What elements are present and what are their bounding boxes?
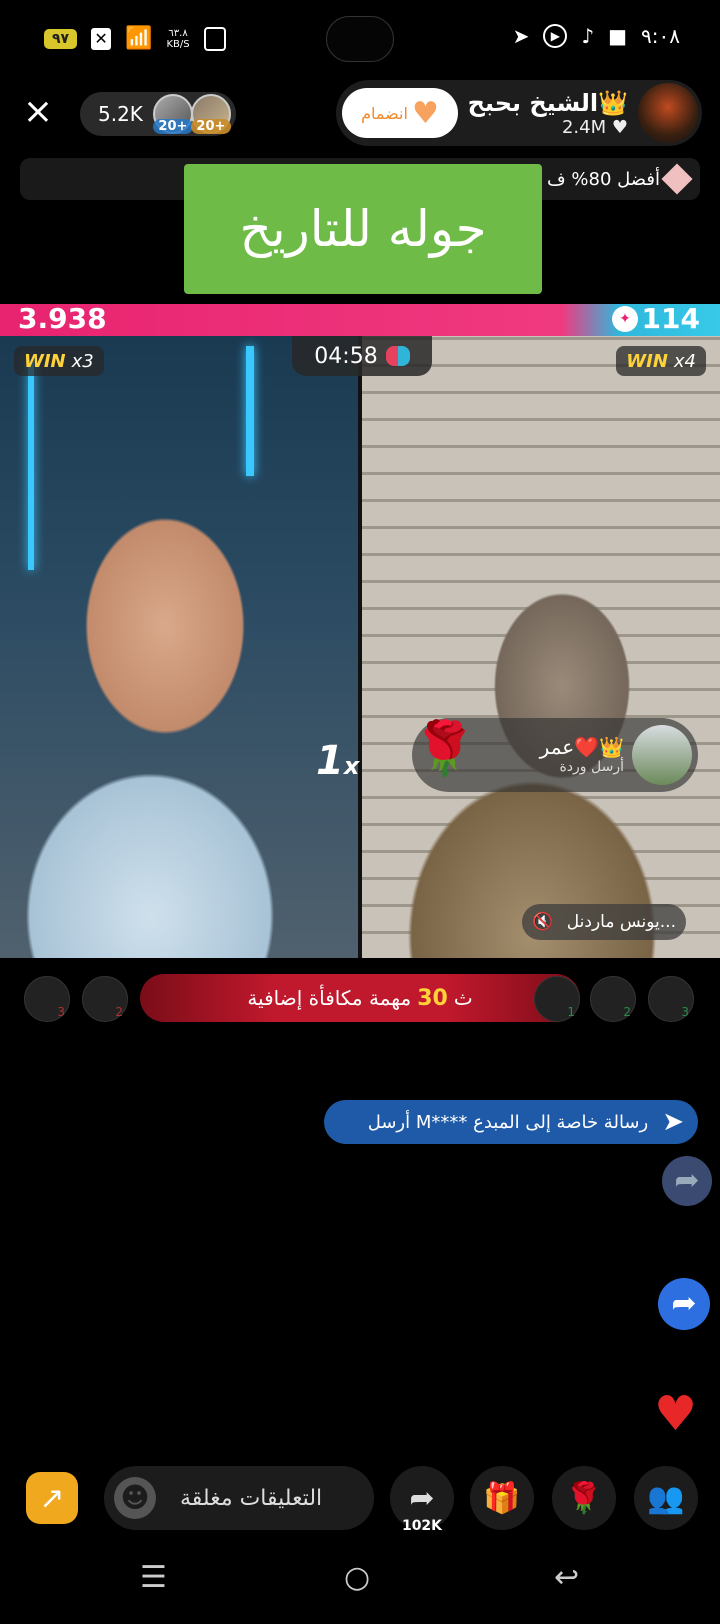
gift-sender-avatar — [632, 725, 692, 785]
opponent-name-pill[interactable]: 🔇 يونس ماردنل... — [522, 904, 686, 940]
viewer-count: 5.2K — [98, 102, 143, 126]
join-button[interactable]: انضمام ♥ — [342, 88, 458, 138]
supporter-avatar[interactable]: 2 — [590, 976, 636, 1022]
youtube-icon: ▶ — [543, 24, 568, 48]
neon-light — [28, 360, 34, 570]
gift-notification: 🌹 عمر❤️👑 أرسل وردة — [412, 718, 698, 792]
host-name: الشيخ بحبح👑 — [467, 88, 628, 117]
title-sticker: جوله للتاريخ — [184, 164, 542, 294]
status-bar: ٩٧ ✕ 📶 ٦٣.٨ KB/S ➤ ▶ ♪ ■ ٩:٠٨ — [0, 0, 720, 76]
status-left: ٩٧ ✕ 📶 ٦٣.٨ KB/S — [44, 26, 226, 51]
home-icon[interactable]: ○ — [344, 1560, 370, 1595]
boxing-glove-icon — [385, 346, 410, 366]
host-info: الشيخ بحبح👑 2.4M ♥ — [468, 89, 628, 138]
viewer-avatar[interactable]: 20+ — [152, 94, 193, 134]
close-icon[interactable]: × — [20, 94, 56, 130]
right-video-stream[interactable] — [362, 336, 720, 958]
clock: ٩:٠٨ — [641, 24, 680, 48]
bonus-mission-banner[interactable]: مهمة مكافأة إضافية 30 ث — [140, 974, 580, 1022]
opponent-name: يونس ماردنل... — [566, 912, 676, 932]
wifi-icon: 📶 — [125, 26, 153, 51]
comments-field[interactable]: ☻ التعليقات مغلقة — [104, 1466, 374, 1530]
gift-sender: عمر❤️👑 — [539, 735, 624, 759]
diamond-icon — [661, 163, 693, 195]
share-icon[interactable]: ➦ — [658, 1278, 710, 1330]
battle-marker-icon: ✦ — [612, 306, 638, 332]
guests-button[interactable]: 👥 — [634, 1466, 698, 1530]
score-left: 3.938 — [18, 302, 107, 335]
muted-speaker-icon[interactable]: 🔇 — [532, 912, 553, 932]
rose-button[interactable]: 🌹 — [552, 1466, 616, 1530]
share-button[interactable]: ➦ 102K — [390, 1466, 454, 1534]
camera-icon: ■ — [608, 24, 628, 48]
rose-gift-icon: 🌹 — [412, 719, 477, 779]
message-text: أرسل M**** رسالة خاصة إلى المبدع — [367, 1111, 649, 1133]
back-icon[interactable]: ↩ — [554, 1560, 579, 1595]
gift-box-icon: 🎁 — [483, 1480, 521, 1516]
network-speed: ٦٣.٨ KB/S — [166, 27, 190, 50]
ranking-text: أفضل 80% ف — [547, 168, 660, 190]
like-heart-icon[interactable]: ♥ — [654, 1386, 697, 1442]
gift-button[interactable]: 🎁 — [470, 1466, 534, 1530]
telegram-icon: ➤ — [512, 24, 530, 48]
send-icon: ➤ — [662, 1107, 684, 1137]
battery-indicator: ٩٧ — [44, 28, 78, 49]
supporter-avatar[interactable]: 3 — [24, 976, 70, 1022]
share-count: 102K — [401, 1518, 443, 1534]
camera-notch — [326, 16, 394, 62]
left-video-stream[interactable] — [0, 336, 358, 958]
host-card[interactable]: انضمام ♥ الشيخ بحبح👑 2.4M ♥ — [336, 80, 702, 146]
emoji-icon[interactable]: ☻ — [114, 1477, 156, 1519]
users-icon: 👥 — [647, 1480, 685, 1516]
vibrate-icon — [203, 26, 226, 51]
rose-icon: 🌹 — [565, 1480, 603, 1516]
host-avatar[interactable] — [638, 83, 698, 143]
x-app-icon: ✕ — [91, 27, 112, 50]
gift-action: أرسل وردة — [559, 759, 624, 775]
neon-light — [246, 346, 254, 476]
host-likes: 2.4M ♥ — [561, 116, 628, 138]
comments-label: التعليقات مغلقة — [180, 1485, 323, 1511]
win-streak-left: WIN x3 — [14, 346, 104, 376]
recent-apps-icon[interactable]: ☰ — [140, 1560, 167, 1595]
heart-plus-icon: ♥ — [411, 95, 439, 131]
share-arrow-icon: ➦ — [409, 1480, 435, 1516]
viewer-avatar[interactable]: 20+ — [190, 94, 231, 134]
multiplier-label: 1x — [316, 738, 360, 784]
win-streak-right: WIN x4 — [616, 346, 706, 376]
battle-timer: 04:58 — [292, 336, 432, 376]
gift-text: عمر❤️👑 أرسل وردة — [540, 735, 624, 775]
private-message-prompt[interactable]: أرسل M**** رسالة خاصة إلى المبدع ➤ — [324, 1100, 698, 1144]
viewer-counter[interactable]: 5.2K 20+ 20+ — [80, 92, 236, 136]
share-icon[interactable]: ➦ — [662, 1156, 712, 1206]
supporter-avatar[interactable]: 1 — [534, 976, 580, 1022]
tiktok-icon: ♪ — [581, 24, 595, 48]
supporter-avatar[interactable]: 3 — [648, 976, 694, 1022]
supporter-avatar[interactable]: 2 — [82, 976, 128, 1022]
timer-value: 04:58 — [314, 343, 378, 369]
score-right: 114 — [641, 302, 700, 335]
join-label: انضمام — [361, 103, 408, 123]
heart-icon: ♥ — [611, 116, 628, 138]
promote-icon[interactable]: ↗ — [26, 1472, 78, 1524]
status-right: ➤ ▶ ♪ ■ ٩:٠٨ — [513, 24, 680, 48]
